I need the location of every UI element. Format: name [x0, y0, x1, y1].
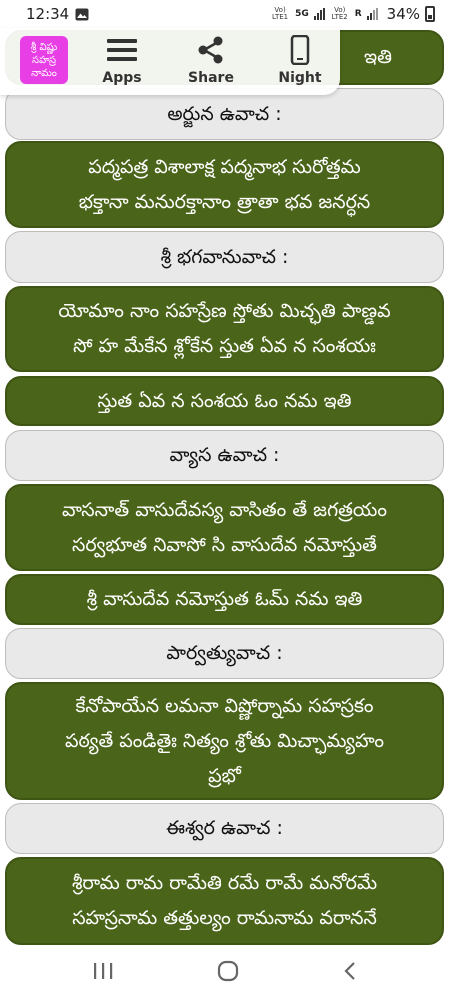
- roaming-indicator: R: [354, 9, 362, 19]
- night-mode-button[interactable]: Night: [265, 34, 335, 92]
- sim1-label: Vo) LTE1: [272, 6, 289, 21]
- status-bar: 12:34 Vo) LTE1 5G Vo) LTE2 R 34%: [0, 0, 449, 28]
- system-nav-bar: [0, 945, 449, 1000]
- sim2-label: Vo) LTE2: [331, 6, 348, 21]
- speaker-card[interactable]: అర్జున ఉవాచ :: [5, 88, 444, 140]
- share-label: Share: [188, 70, 234, 86]
- menu-icon: [106, 34, 138, 66]
- verse-card[interactable]: వాసనాత్ వాసుదేవస్య వాసితం తే జగత్రయం సర్…: [5, 484, 444, 571]
- verse-card[interactable]: యోమాం నాం సహస్రేణ స్తోతు మిచ్ఛతి పాణ్డవ …: [5, 286, 444, 372]
- battery-icon: [425, 6, 435, 22]
- signal-1-icon: [313, 8, 325, 20]
- verse-card[interactable]: స్తుత ఏవ న సంశయ ఓం నమ ఇతి: [5, 376, 444, 426]
- app-logo[interactable]: శ్రీ విష్ణు సహస్ర నామం: [20, 36, 68, 84]
- speaker-card[interactable]: పార్వత్యువాచ :: [5, 628, 444, 679]
- app-toolbar: శ్రీ విష్ణు సహస్ర నామం Apps Share Night: [0, 28, 340, 95]
- apps-label: Apps: [102, 70, 142, 86]
- verse-card[interactable]: పద్మపత్ర విశాలాక్ష పద్మనాభ సురోత్తమ భక్త…: [5, 141, 444, 228]
- speaker-card[interactable]: ఈశ్వర ఉవాచ :: [5, 803, 444, 854]
- speaker-card[interactable]: శ్రీ భగవానువాచ :: [5, 231, 444, 283]
- back-button[interactable]: [342, 961, 358, 985]
- gallery-icon: [75, 8, 89, 20]
- verse-card[interactable]: శ్రీ వాసుదేవ నమోస్తుత ఓమ్ నమ ఇతి: [5, 574, 444, 625]
- battery-percent: 34%: [386, 5, 420, 23]
- phone-icon: [284, 34, 316, 66]
- recent-apps-icon: [93, 962, 112, 979]
- speaker-card[interactable]: వ్యాస ఉవాచ :: [5, 430, 444, 481]
- night-label: Night: [278, 70, 322, 86]
- verse-card[interactable]: కేనోపాయేన లమనా విష్ణోర్నామ సహస్రకం పఠ్యత…: [5, 682, 444, 800]
- apps-button[interactable]: Apps: [87, 34, 157, 92]
- home-button[interactable]: [217, 960, 239, 986]
- recent-apps-button[interactable]: [92, 962, 114, 984]
- network-type-1: 5G: [295, 9, 309, 19]
- signal-2-icon: [366, 8, 378, 20]
- back-icon: [343, 961, 355, 980]
- share-button[interactable]: Share: [176, 34, 246, 92]
- home-icon: [217, 960, 238, 981]
- verse-card[interactable]: శ్రీరామ రామ రామేతి రమే రామే మనోరమే సహస్ర…: [5, 857, 444, 945]
- share-icon: [195, 34, 227, 66]
- clock: 12:34: [26, 5, 70, 23]
